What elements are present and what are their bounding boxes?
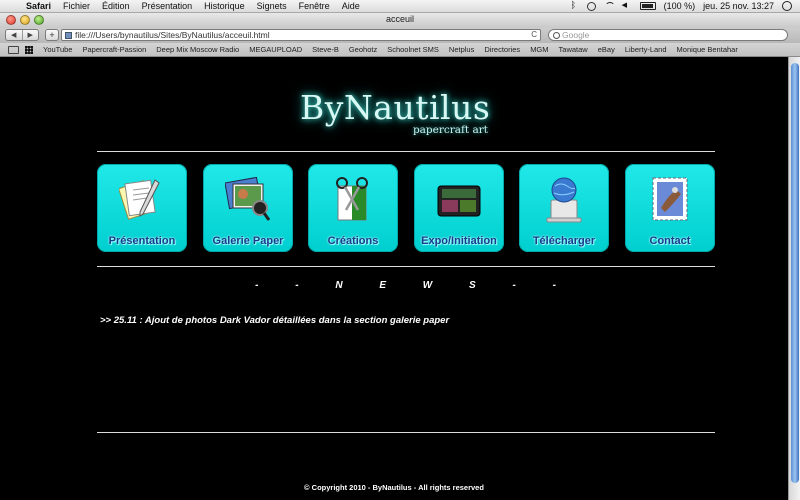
nav-presentation-button[interactable]: Présentation [97, 164, 187, 252]
menu-edition[interactable]: Édition [102, 1, 130, 11]
logo-tagline: papercraft art [412, 124, 488, 136]
bookmark-item[interactable]: Tawataw [559, 45, 588, 54]
menu-fichier[interactable]: Fichier [63, 1, 90, 11]
spotlight-icon[interactable] [782, 1, 792, 11]
nav-telecharger-button[interactable]: Télécharger [519, 164, 609, 252]
bookmark-item[interactable]: Deep Mix Moscow Radio [156, 45, 239, 54]
menu-signets[interactable]: Signets [257, 1, 287, 11]
menu-fenetre[interactable]: Fenêtre [299, 1, 330, 11]
browser-toolbar: ◀ ▶ + file:///Users/bynautilus/Sites/ByN… [0, 28, 800, 43]
bookmark-item[interactable]: Monique Bentahar [677, 45, 738, 54]
nav-telecharger-label: Télécharger [532, 235, 596, 247]
menu-aide[interactable]: Aide [342, 1, 360, 11]
menubar-clock[interactable]: jeu. 25 nov. 13:27 [703, 1, 774, 11]
menu-historique[interactable]: Historique [204, 1, 245, 11]
bookmark-item[interactable]: Liberty-Land [625, 45, 667, 54]
news-letter: - [512, 280, 517, 291]
address-text[interactable]: file:///Users/bynautilus/Sites/ByNautilu… [75, 30, 270, 40]
search-placeholder[interactable]: Google [562, 30, 589, 40]
bookmark-item[interactable]: eBay [598, 45, 615, 54]
history-nav: ◀ ▶ [5, 29, 39, 41]
address-bar[interactable]: file:///Users/bynautilus/Sites/ByNautilu… [61, 29, 541, 41]
nav-contact-label: Contact [649, 235, 691, 247]
page-favicon-icon [65, 32, 72, 39]
wifi-icon[interactable] [604, 2, 615, 10]
news-letter: N [335, 280, 344, 291]
divider [97, 151, 715, 152]
bookmark-item[interactable]: Steve-B [312, 45, 339, 54]
nav-presentation-label: Présentation [108, 235, 176, 247]
nav-expo-label: Expo/Initiation [421, 235, 497, 247]
news-letter: - [552, 280, 557, 291]
bookmarks-bar: YouTube Papercraft-Passion Deep Mix Mosc… [0, 43, 800, 57]
menu-presentation[interactable]: Présentation [142, 1, 193, 11]
news-heading: - - N E W S - - [97, 280, 715, 291]
top-sites-grid-icon[interactable] [25, 45, 33, 54]
news-letter: - [255, 280, 260, 291]
nav-expo-button[interactable]: Expo/Initiation [414, 164, 504, 252]
nav-creations-label: Créations [327, 235, 379, 247]
forward-button[interactable]: ▶ [21, 30, 39, 40]
news-letter: - [295, 280, 300, 291]
mail-stamp-icon [652, 177, 688, 221]
search-icon [553, 32, 560, 39]
time-machine-icon[interactable] [586, 1, 596, 11]
bookmark-item[interactable]: Geohotz [349, 45, 377, 54]
bookmarks-book-icon[interactable] [8, 45, 19, 54]
nav-contact-button[interactable]: Contact [625, 164, 715, 252]
news-letter: E [379, 280, 387, 291]
bookmark-item[interactable]: Directories [484, 45, 520, 54]
news-letter: S [469, 280, 477, 291]
volume-icon[interactable] [622, 1, 632, 10]
bookmark-item[interactable]: YouTube [43, 45, 72, 54]
bookmark-item[interactable]: Netplus [449, 45, 474, 54]
news-letter: W [422, 280, 434, 291]
site-logo[interactable]: ByNautilus papercraft art [300, 90, 490, 142]
download-globe-icon [546, 177, 582, 223]
document-pen-icon [119, 179, 160, 220]
menu-bar: Safari Fichier Édition Présentation Hist… [0, 0, 800, 13]
search-field[interactable]: Google [548, 29, 788, 41]
window-title: acceuil [385, 14, 414, 24]
divider [97, 432, 715, 433]
nav-creations-button[interactable]: Créations [308, 164, 398, 252]
divider [97, 266, 715, 267]
window-titlebar: acceuil [0, 13, 800, 28]
vertical-scrollbar[interactable] [788, 57, 800, 500]
bluetooth-icon[interactable] [569, 0, 579, 10]
bookmark-item[interactable]: MGM [530, 45, 548, 54]
add-bookmark-button[interactable]: + [45, 29, 59, 41]
news-item: >> 25.11 : Ajout de photos Dark Vador dé… [100, 315, 450, 326]
scrollbar-thumb[interactable] [791, 63, 799, 483]
nav-galerie-label: Galerie Paper [212, 235, 284, 247]
nav-galerie-button[interactable]: Galerie Paper [203, 164, 293, 252]
footer-copyright: © Copyright 2010 - ByNautilus - All righ… [304, 483, 484, 492]
back-button[interactable]: ◀ [6, 30, 22, 40]
bookmark-item[interactable]: Schoolnet SMS [387, 45, 439, 54]
bookmark-item[interactable]: MEGAUPLOAD [249, 45, 302, 54]
battery-percent: (100 %) [663, 1, 696, 11]
slideshow-icon [437, 185, 481, 217]
reload-icon[interactable]: C [531, 30, 537, 40]
battery-icon[interactable] [639, 2, 656, 10]
site-nav: Présentation Galerie Paper Créations Exp… [97, 164, 719, 254]
logo-brand-text: ByNautilus [300, 88, 491, 127]
bookmark-item[interactable]: Papercraft-Passion [82, 45, 146, 54]
photo-gallery-icon [225, 176, 271, 221]
menu-app-name[interactable]: Safari [26, 1, 51, 11]
web-page: ByNautilus papercraft art Présentation G… [0, 57, 788, 500]
scissors-icon [336, 177, 368, 221]
